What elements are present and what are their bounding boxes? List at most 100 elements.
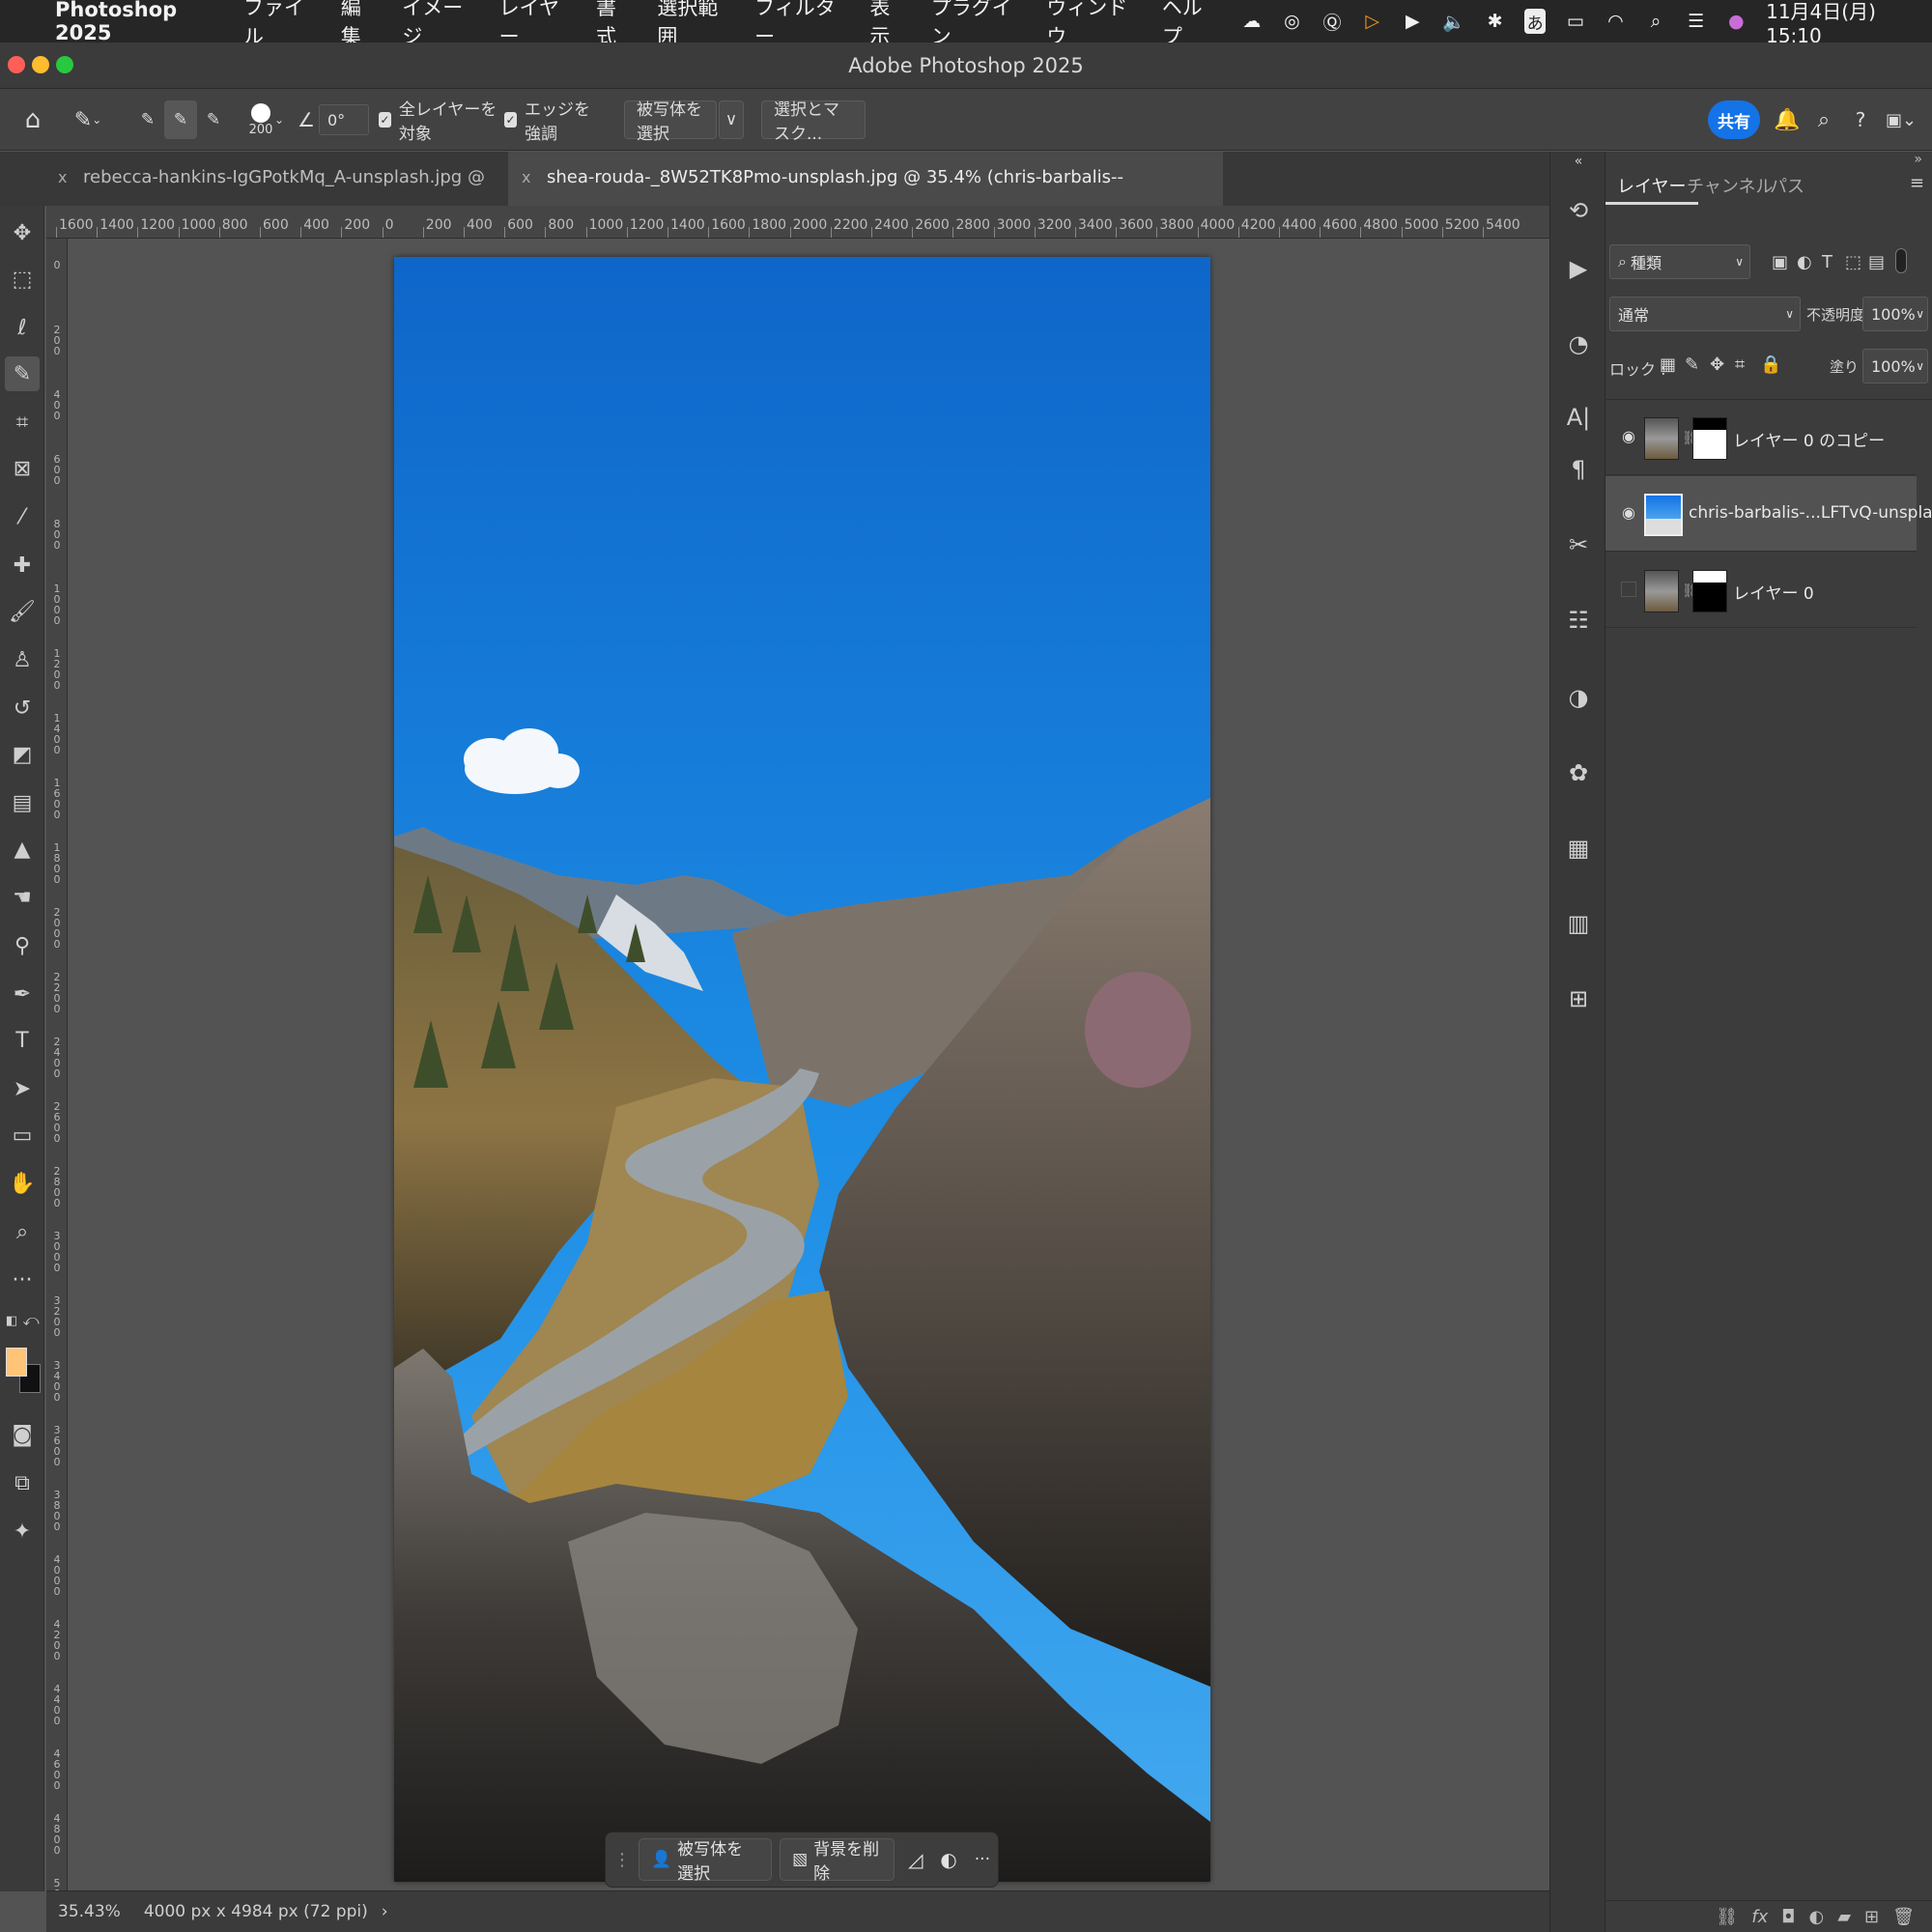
new-group-icon[interactable]: ▰ — [1837, 1907, 1851, 1927]
zoom-window-button[interactable] — [56, 56, 73, 73]
tool-presets-icon[interactable]: ✂ — [1560, 526, 1597, 563]
filter-shape-icon[interactable]: ⬚ — [1845, 252, 1861, 272]
hand-tool-icon[interactable]: ✋ — [5, 1166, 40, 1201]
workspace-icon[interactable]: ▣⌄ — [1884, 100, 1918, 139]
swap-colors-icon[interactable]: ⤺ — [21, 1309, 41, 1332]
adjustment-icon[interactable]: ◐ — [940, 1848, 956, 1871]
new-adjustment-icon[interactable]: ◐ — [1808, 1907, 1824, 1927]
filter-adjustment-icon[interactable]: ◐ — [1797, 252, 1812, 272]
transform-icon[interactable]: ◿ — [908, 1848, 923, 1871]
gradient-tool-icon[interactable]: ▤ — [5, 785, 40, 820]
patterns-icon[interactable]: ⊞ — [1560, 980, 1597, 1017]
history-brush-tool-icon[interactable]: ↺ — [5, 691, 40, 725]
volume-icon[interactable]: 🔈 — [1442, 9, 1465, 34]
spotlight-icon[interactable]: ⌕ — [1645, 9, 1666, 34]
search-icon[interactable]: ⌕ — [1810, 100, 1837, 139]
layer-row-chris-barbalis[interactable]: ◉ chris-barbalis-...LFTvQ-unsplash — [1605, 476, 1932, 552]
quick-selection-tool-icon[interactable]: ✎ — [5, 356, 40, 391]
zoom-level[interactable]: 35.43% — [58, 1902, 121, 1921]
layer-row-copy[interactable]: ◉ ⛓ レイヤー 0 のコピー — [1605, 400, 1917, 475]
visibility-eye-icon[interactable]: ◉ — [1619, 503, 1638, 523]
menu-app-name[interactable]: Photoshop 2025 — [55, 0, 220, 44]
lock-artboard-icon[interactable]: ⌗ — [1735, 355, 1745, 375]
blur-tool-icon[interactable]: ▲ — [5, 832, 40, 867]
blend-mode-select[interactable]: 通常 ∨ — [1609, 297, 1801, 331]
lock-paint-icon[interactable]: ✎ — [1685, 355, 1699, 375]
bell-icon[interactable]: 🔔 — [1774, 100, 1801, 139]
help-icon[interactable]: ? — [1847, 100, 1874, 139]
path-selection-tool-icon[interactable]: ➤ — [5, 1071, 40, 1106]
crop-tool-icon[interactable]: ⌗ — [5, 405, 40, 440]
lock-all-icon[interactable]: 🔒 — [1760, 355, 1781, 375]
siri-icon[interactable]: ● — [1725, 9, 1747, 34]
minimize-window-button[interactable] — [32, 56, 49, 73]
color-palette-icon[interactable]: ✿ — [1560, 754, 1597, 791]
foreground-color-swatch[interactable] — [6, 1348, 27, 1377]
opacity-input[interactable]: 100% ∨ — [1862, 297, 1928, 331]
subtract-selection-mode-icon[interactable]: ✎ — [197, 100, 230, 139]
filter-pixel-icon[interactable]: ▣ — [1772, 252, 1788, 272]
properties-icon[interactable]: ◔ — [1560, 326, 1597, 362]
add-mask-icon[interactable]: ◘ — [1781, 1907, 1795, 1927]
home-icon[interactable]: ⌂ — [14, 100, 52, 139]
new-selection-mode-icon[interactable]: ✎ — [131, 100, 164, 139]
eraser-tool-icon[interactable]: ◩ — [5, 737, 40, 772]
gradients-icon[interactable]: ▥ — [1560, 905, 1597, 942]
lock-position-icon[interactable]: ✥ — [1710, 355, 1724, 375]
filter-type-icon[interactable]: T — [1822, 252, 1833, 272]
select-and-mask-button[interactable]: 選択とマスク... — [761, 100, 866, 144]
type-tool-icon[interactable]: T — [5, 1023, 40, 1058]
generative-tool-icon[interactable]: ✦ — [5, 1514, 40, 1548]
zoom-tool-icon[interactable]: ⌕ — [5, 1214, 40, 1249]
lasso-tool-icon[interactable]: ℓ — [5, 310, 40, 345]
creative-cloud-icon[interactable]: ◎ — [1282, 9, 1303, 34]
add-to-selection-mode-icon[interactable]: ✎ — [164, 100, 197, 139]
drag-handle-icon[interactable]: ⋮ — [613, 1850, 631, 1870]
link-layers-icon[interactable]: ⛓ — [1716, 1907, 1738, 1927]
paragraph-icon[interactable]: ¶ — [1560, 451, 1597, 488]
fill-input[interactable]: 100% ∨ — [1862, 349, 1928, 384]
vlc-icon[interactable]: ▷ — [1362, 9, 1383, 34]
tab-channels[interactable]: チャンネル — [1687, 173, 1773, 198]
tab-rebecca-hankins[interactable]: x rebecca-hankins-IgGPotkMq_A-unsplash.j… — [44, 152, 508, 240]
move-tool-icon[interactable]: ✥ — [5, 215, 40, 250]
expand-panels-icon[interactable]: » — [1914, 152, 1922, 167]
smudge-tool-icon[interactable]: ☚ — [5, 880, 40, 915]
fx-icon[interactable]: fx — [1751, 1907, 1768, 1927]
close-window-button[interactable] — [8, 56, 25, 73]
play-icon[interactable]: ▶ — [1402, 9, 1423, 34]
select-subject-button[interactable]: 被写体を選択 — [624, 100, 717, 144]
tool-preset-picker[interactable]: ✎ ⌄ — [64, 100, 112, 139]
close-tab-icon[interactable]: x — [58, 152, 67, 204]
eyedropper-tool-icon[interactable]: ⁄ — [5, 499, 40, 534]
clone-stamp-tool-icon[interactable]: ♙ — [5, 642, 40, 677]
bluetooth-icon[interactable]: ✱ — [1485, 9, 1506, 34]
history-icon[interactable]: ⟲ — [1560, 192, 1597, 229]
document-canvas[interactable] — [394, 257, 1210, 1882]
close-tab-icon[interactable]: x — [522, 152, 530, 204]
brush-tool-icon[interactable]: 🖌 — [5, 594, 40, 629]
visibility-toggle-empty[interactable] — [1621, 582, 1636, 597]
adjustments-sliders-icon[interactable]: ☷ — [1560, 602, 1597, 639]
cloud-icon[interactable]: ☁ — [1241, 9, 1263, 34]
status-menu-arrow[interactable]: › — [382, 1902, 388, 1921]
tab-paths[interactable]: パス — [1770, 173, 1804, 198]
actions-icon[interactable]: ▶ — [1560, 250, 1597, 287]
enhance-edge-checkbox[interactable]: ✓ エッジを強調 — [504, 100, 605, 144]
ctx-select-subject-button[interactable]: 👤 被写体を選択 — [639, 1838, 773, 1884]
share-button[interactable]: 共有 — [1708, 100, 1760, 139]
more-tools-icon[interactable]: ··· — [5, 1263, 40, 1297]
wifi-icon[interactable]: ◠ — [1605, 9, 1627, 34]
select-subject-dropdown-icon[interactable]: ∨ — [719, 100, 744, 139]
tab-shea-rouda[interactable]: x shea-rouda-_8W52TK8Pmo-unsplash.jpg @ … — [508, 152, 1223, 240]
adjustments-icon[interactable]: ◑ — [1560, 679, 1597, 716]
ctx-remove-background-button[interactable]: ▧ 背景を削除 — [780, 1838, 895, 1884]
panel-menu-icon[interactable]: ≡ — [1910, 173, 1924, 193]
battery-icon[interactable]: ▭ — [1565, 9, 1586, 34]
layer-row-layer-0[interactable]: ⛓ レイヤー 0 — [1605, 553, 1917, 628]
collapse-panels-icon[interactable]: « — [1560, 152, 1597, 171]
control-center-icon[interactable]: ☰ — [1686, 9, 1707, 34]
visibility-eye-icon[interactable]: ◉ — [1619, 427, 1638, 446]
screen-mode-icon[interactable]: ⧉ — [5, 1465, 40, 1500]
swatches-icon[interactable]: ▦ — [1560, 830, 1597, 867]
